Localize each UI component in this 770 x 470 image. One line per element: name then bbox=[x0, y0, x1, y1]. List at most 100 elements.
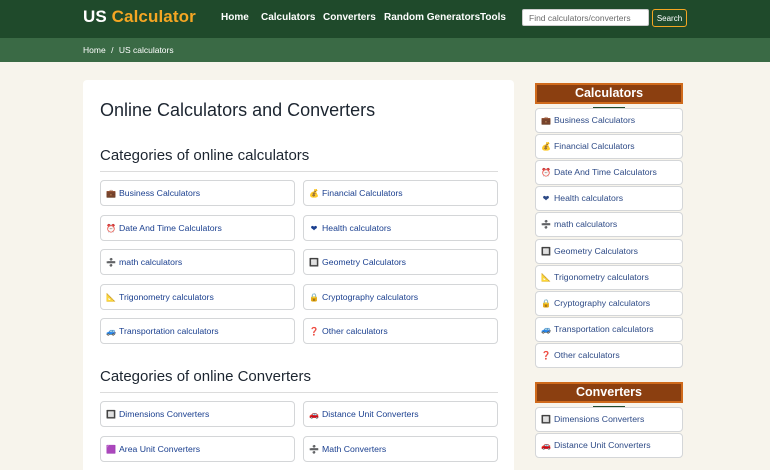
dimensions-icon: 🔲 bbox=[106, 410, 116, 419]
converters-section-heading: Categories of online Converters bbox=[100, 368, 311, 385]
triangle-ruler-icon: 📐 bbox=[541, 272, 551, 282]
nav-tools[interactable]: Tools bbox=[480, 12, 506, 23]
sidebar-calculator-item-label: Health calculators bbox=[554, 193, 624, 204]
math-plus-divide-icon: ➗ bbox=[106, 258, 116, 267]
sidebar-calculator-item-9[interactable]: ❓ Other calculators bbox=[535, 342, 683, 368]
money-bag-icon: 💰 bbox=[309, 189, 319, 198]
calculator-category-tile-5[interactable]: 🔲 Geometry Calculators bbox=[303, 249, 498, 275]
sidebar-converter-item-label: Distance Unit Converters bbox=[554, 440, 651, 451]
converter-category-tile-label: Dimensions Converters bbox=[119, 409, 210, 419]
logo-calculator: Calculator bbox=[111, 7, 196, 26]
question-mark-icon: ❓ bbox=[309, 327, 319, 336]
calculator-category-tile-label: math calculators bbox=[119, 257, 183, 267]
calculator-category-tile-label: Trigonometry calculators bbox=[119, 291, 214, 302]
geometry-icon: 🔲 bbox=[541, 246, 551, 256]
money-bag-icon: 💰 bbox=[541, 142, 551, 152]
question-mark-icon: ❓ bbox=[541, 350, 551, 360]
sidebar-calculator-item-label: Financial Calculators bbox=[554, 141, 635, 152]
nav-calculators[interactable]: Calculators bbox=[261, 12, 315, 23]
calculator-category-tile-label: Transportation calculators bbox=[119, 326, 219, 336]
sidebar-calculators-heading: Calculators bbox=[535, 83, 683, 104]
converter-category-tile-3[interactable]: ➗ Math Converters bbox=[303, 435, 498, 462]
breadcrumb-separator: / bbox=[111, 45, 114, 55]
heart-icon: ❤ bbox=[310, 223, 318, 233]
section-divider bbox=[100, 171, 498, 172]
calculator-category-tile-label: Geometry Calculators bbox=[322, 257, 407, 267]
car-icon: 🚗 bbox=[541, 441, 551, 451]
sidebar-converter-item-0[interactable]: 🔲 Dimensions Converters bbox=[535, 407, 683, 432]
calculators-section-heading: Categories of online calculators bbox=[100, 147, 310, 164]
calculator-category-tile-4[interactable]: ➗ math calculators bbox=[100, 249, 295, 275]
nav-random-generators[interactable]: Random Generators bbox=[384, 12, 480, 23]
sidebar-calculator-item-0[interactable]: 💼 Business Calculators bbox=[535, 108, 683, 133]
car-icon: 🚗 bbox=[309, 410, 319, 419]
breadcrumb-current: US calculators bbox=[118, 45, 174, 55]
sidebar-calculator-item-7[interactable]: 🔒 Cryptography calculators bbox=[535, 290, 683, 316]
converter-category-tile-label: Math Converters bbox=[322, 443, 387, 454]
sidebar-calculator-item-6[interactable]: 📐 Trigonometry calculators bbox=[535, 264, 683, 290]
nav-home[interactable]: Home bbox=[221, 12, 249, 23]
sidebar-calculator-item-1[interactable]: 💰 Financial Calculators bbox=[535, 134, 683, 160]
breadcrumb: Home / US calculators bbox=[83, 45, 174, 55]
page-title: Online Calculators and Converters bbox=[100, 100, 376, 120]
math-plus-divide-icon: ➗ bbox=[541, 220, 551, 230]
car-icon: 🚙 bbox=[541, 324, 551, 334]
site-logo[interactable]: US Calculator bbox=[83, 7, 196, 27]
heart-icon: ❤ bbox=[542, 194, 550, 204]
calculator-category-tile-6[interactable]: 📐 Trigonometry calculators bbox=[100, 283, 295, 310]
sidebar-calculator-item-label: math calculators bbox=[554, 219, 618, 230]
calculator-category-tile-8[interactable]: 🚙 Transportation calculators bbox=[100, 318, 295, 344]
briefcase-icon: 💼 bbox=[541, 116, 551, 125]
top-navigation-bar: US Calculator Home Calculators Converter… bbox=[0, 0, 770, 38]
sidebar-converters-heading: Converters bbox=[535, 382, 683, 403]
triangle-ruler-icon: 📐 bbox=[106, 292, 116, 302]
calculator-category-tile-2[interactable]: ⏰ Date And Time Calculators bbox=[100, 214, 295, 241]
sidebar-calculator-item-label: Business Calculators bbox=[554, 115, 636, 125]
math-plus-divide-icon: ➗ bbox=[309, 444, 319, 454]
sidebar-calculator-item-label: Date And Time Calculators bbox=[554, 167, 657, 178]
converter-category-tile-0[interactable]: 🔲 Dimensions Converters bbox=[100, 401, 295, 427]
sidebar-calculator-item-5[interactable]: 🔲 Geometry Calculators bbox=[535, 238, 683, 264]
sidebar-calculator-item-label: Trigonometry calculators bbox=[554, 271, 649, 282]
calculator-category-tile-label: Financial Calculators bbox=[322, 188, 403, 198]
converter-category-tile-1[interactable]: 🚗 Distance Unit Converters bbox=[303, 401, 498, 427]
breadcrumb-bar: Home / US calculators bbox=[0, 38, 770, 62]
sidebar-calculator-item-label: Transportation calculators bbox=[554, 323, 654, 334]
purple-square-icon: 🟪 bbox=[106, 444, 116, 454]
section-divider bbox=[100, 392, 498, 393]
logo-us: US bbox=[83, 7, 107, 26]
calculator-category-tile-3[interactable]: ❤ Health calculators bbox=[303, 214, 498, 241]
calculator-category-tile-label: Cryptography calculators bbox=[322, 291, 419, 302]
lock-icon: 🔒 bbox=[309, 292, 319, 302]
lock-icon: 🔒 bbox=[541, 298, 551, 308]
calculator-category-tile-9[interactable]: ❓ Other calculators bbox=[303, 318, 498, 344]
sidebar-calculator-item-4[interactable]: ➗ math calculators bbox=[535, 212, 683, 238]
breadcrumb-home[interactable]: Home bbox=[83, 45, 106, 55]
search-button[interactable]: Search bbox=[652, 9, 687, 27]
sidebar-converter-item-1[interactable]: 🚗 Distance Unit Converters bbox=[535, 433, 683, 459]
main-content-card: Online Calculators and Converters Catego… bbox=[83, 80, 514, 470]
geometry-icon: 🔲 bbox=[309, 258, 319, 267]
dimensions-icon: 🔲 bbox=[541, 415, 551, 424]
calculator-category-tile-label: Health calculators bbox=[322, 222, 392, 233]
sidebar-calculator-item-label: Other calculators bbox=[554, 349, 620, 360]
search-input[interactable] bbox=[522, 9, 649, 26]
alarm-clock-icon: ⏰ bbox=[541, 168, 551, 178]
alarm-clock-icon: ⏰ bbox=[106, 223, 116, 233]
sidebar-calculator-item-8[interactable]: 🚙 Transportation calculators bbox=[535, 316, 683, 342]
converter-category-tile-2[interactable]: 🟪 Area Unit Converters bbox=[100, 435, 295, 462]
converter-category-tile-label: Distance Unit Converters bbox=[322, 409, 419, 419]
calculator-category-tile-1[interactable]: 💰 Financial Calculators bbox=[303, 180, 498, 206]
briefcase-icon: 💼 bbox=[106, 189, 116, 198]
calculator-category-tile-label: Business Calculators bbox=[119, 188, 201, 198]
sidebar-calculator-item-label: Geometry Calculators bbox=[554, 245, 639, 256]
sidebar-calculator-item-label: Cryptography calculators bbox=[554, 297, 651, 308]
converter-category-tile-label: Area Unit Converters bbox=[119, 443, 201, 454]
calculator-category-tile-0[interactable]: 💼 Business Calculators bbox=[100, 180, 295, 206]
calculator-category-tile-label: Other calculators bbox=[322, 326, 388, 336]
nav-converters[interactable]: Converters bbox=[323, 12, 376, 23]
calculator-category-tile-7[interactable]: 🔒 Cryptography calculators bbox=[303, 283, 498, 310]
car-icon: 🚙 bbox=[106, 327, 116, 336]
sidebar-calculator-item-3[interactable]: ❤ Health calculators bbox=[535, 186, 683, 212]
sidebar-calculator-item-2[interactable]: ⏰ Date And Time Calculators bbox=[535, 160, 683, 186]
